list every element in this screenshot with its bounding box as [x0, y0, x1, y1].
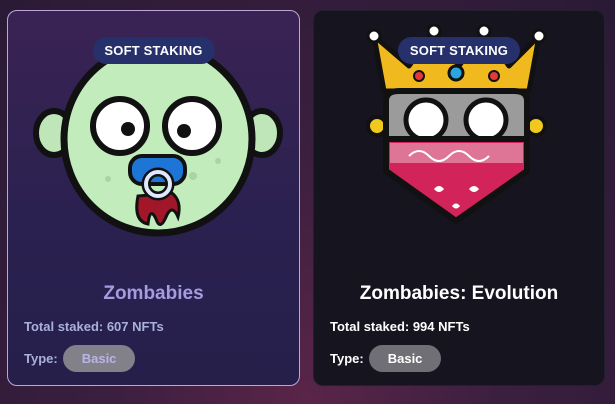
type-label: Type: — [330, 351, 364, 366]
total-staked-text: Total staked: 607 NFTs — [24, 319, 164, 334]
staking-card-zombabies[interactable]: SOFT STAKING Zombabies Total staked: 607… — [7, 10, 300, 386]
card-title: Zombabies — [103, 283, 204, 304]
type-label: Type: — [24, 351, 58, 366]
soft-staking-badge: SOFT STAKING — [397, 37, 521, 64]
card-title: Zombabies: Evolution — [359, 283, 559, 304]
soft-staking-badge: SOFT STAKING — [92, 37, 215, 64]
type-chip: Basic — [368, 345, 442, 372]
total-staked-text: Total staked: 994 NFTs — [330, 319, 470, 334]
type-chip: Basic — [62, 345, 136, 372]
type-row: Type: Basic — [330, 345, 442, 372]
type-row: Type: Basic — [24, 345, 136, 372]
staking-card-zombabies-evolution[interactable]: SOFT STAKING Zombabies: Evolution Total … — [313, 10, 605, 386]
